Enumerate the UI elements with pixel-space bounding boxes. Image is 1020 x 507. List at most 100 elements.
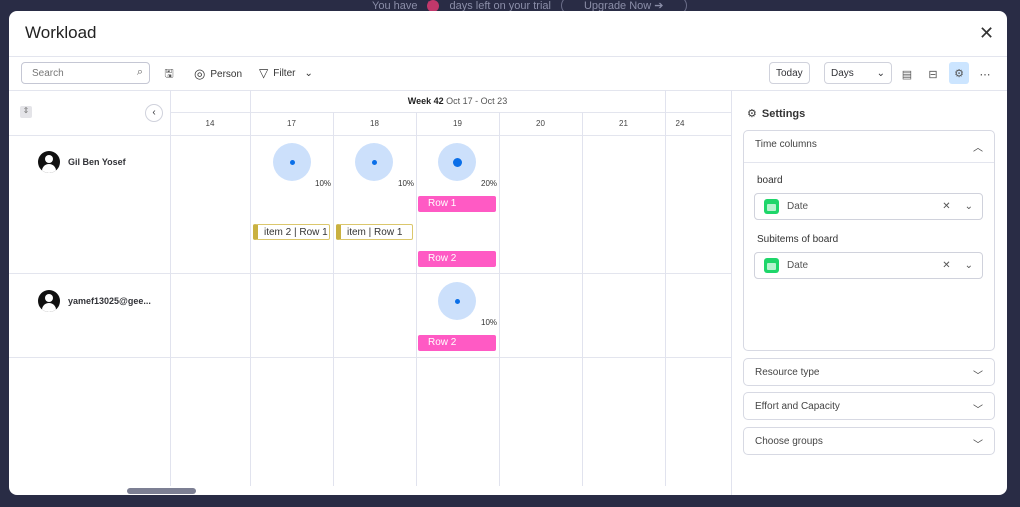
workload-modal: Workload ✕ Search ⌕ 🖫 ◎ Person ▽ Filter ⌄ To… [9,11,1007,495]
divider [170,112,731,113]
effort-capacity-section[interactable]: Effort and Capacity ﹀ [743,392,995,420]
person-label: Person [210,68,243,80]
settings-gear-icon[interactable]: ⚙ [949,62,969,84]
search-input[interactable]: Search ⌕ [21,62,150,84]
clear-icon[interactable]: ✕ [942,201,950,212]
choose-groups-section[interactable]: Choose groups ﹀ [743,427,995,455]
day-header: 18 [370,119,379,128]
chevron-up-icon: ︿ [973,143,983,154]
chevron-down-icon[interactable]: ⌄ [965,260,973,271]
save-icon[interactable]: 🖫 [159,65,179,83]
week-label: Week 42 [407,96,444,106]
board-label: board [757,175,783,186]
subitem-bar[interactable]: item | Row 1 [336,224,413,240]
chevron-down-icon: ﹀ [973,440,983,451]
page-title: Workload [25,23,97,42]
time-columns-header[interactable]: Time columns ︿ [744,131,994,163]
divider [9,357,731,358]
close-icon[interactable]: ✕ [979,23,994,44]
divider [9,90,1007,91]
chevron-down-icon: ⌄ [304,67,313,79]
filter-icon: ▽ [259,66,269,80]
divider [9,56,1007,57]
day-header: 21 [619,119,628,128]
chevron-down-icon: ﹀ [973,371,983,382]
person-row-header[interactable]: Gil Ben Yosef [38,151,126,173]
person-button[interactable]: ◎ Person [194,66,242,82]
workload-bubble[interactable] [438,143,476,181]
task-bar[interactable]: Row 2 [418,251,496,267]
workload-bubble[interactable] [355,143,393,181]
more-icon[interactable]: ⋯ [975,65,995,83]
task-bar[interactable]: Row 2 [418,335,496,351]
divider [416,112,417,486]
week-header: Week 42 Oct 17 - Oct 23 [250,96,665,106]
clear-icon[interactable]: ✕ [942,260,950,271]
person-icon: ◎ [194,66,206,81]
layout-icon[interactable]: ⊟ [923,65,943,83]
filter-label: Filter [273,67,296,79]
resource-type-section[interactable]: Resource type ﹀ [743,358,995,386]
horizontal-scrollbar[interactable] [127,488,196,494]
banner-text-2: days left on your trial [449,0,551,12]
day-header: 14 [205,119,215,128]
day-header: 24 [675,119,685,128]
filter-button[interactable]: ▽ Filter ⌄ [259,66,313,80]
chevron-down-icon: ⌄ [876,67,885,79]
calendar-icon [764,199,779,214]
avatar [38,151,60,173]
gear-icon: ⚙ [747,108,757,120]
view-select[interactable]: Days ⌄ [824,62,892,84]
today-button[interactable]: Today [769,62,810,84]
person-row-header[interactable]: yamef13025@gee... [38,290,151,312]
day-header: 19 [453,119,462,128]
divider [9,273,731,274]
collapse-all-icon[interactable]: ⇕ [20,106,32,118]
divider [9,135,731,136]
view-value: Days [831,67,854,79]
load-percent: 10% [481,318,498,327]
load-dot [454,298,460,304]
divider [333,112,334,486]
load-percent: 10% [398,179,415,188]
day-header: 20 [536,119,545,128]
person-name: Gil Ben Yosef [68,157,126,167]
divider [665,90,666,486]
workload-bubble[interactable] [438,282,476,320]
subitems-label: Subitems of board [757,234,839,245]
divider [731,90,732,495]
settings-title: ⚙ Settings [747,107,806,121]
search-icon: ⌕ [136,66,143,78]
section-label: Effort and Capacity [755,401,840,412]
banner-text: You have [372,0,418,12]
load-percent: 10% [315,179,332,188]
day-header: 17 [287,119,296,128]
section-label: Resource type [755,367,820,378]
section-label: Choose groups [755,436,823,447]
workload-bubble[interactable] [273,143,311,181]
subitem-bar[interactable]: item 2 | Row 1 [253,224,330,240]
week-range: Oct 17 - Oct 23 [446,96,508,106]
subitems-date-select[interactable]: Date ✕ ⌄ [754,252,983,279]
avatar [38,290,60,312]
search-placeholder: Search [32,68,64,79]
divider [250,90,251,486]
chevron-left-icon[interactable]: ‹ [145,104,163,122]
divider [170,90,171,486]
person-name: yamef13025@gee... [68,296,151,306]
days-left-badge: 7 [427,0,440,12]
board-date-select[interactable]: Date ✕ ⌄ [754,193,983,220]
divider [582,112,583,486]
chevron-down-icon[interactable]: ⌄ [965,201,973,212]
divider [499,112,500,486]
calendar-icon [764,258,779,273]
export-icon[interactable]: ▤ [897,65,917,83]
load-dot [371,159,377,165]
section-label: Time columns [755,139,817,150]
select-value: Date [787,260,809,271]
chevron-down-icon: ﹀ [973,405,983,416]
load-dot [452,157,462,167]
task-bar[interactable]: Row 1 [418,196,496,212]
load-percent: 20% [481,179,498,188]
settings-title-text: Settings [761,107,806,120]
